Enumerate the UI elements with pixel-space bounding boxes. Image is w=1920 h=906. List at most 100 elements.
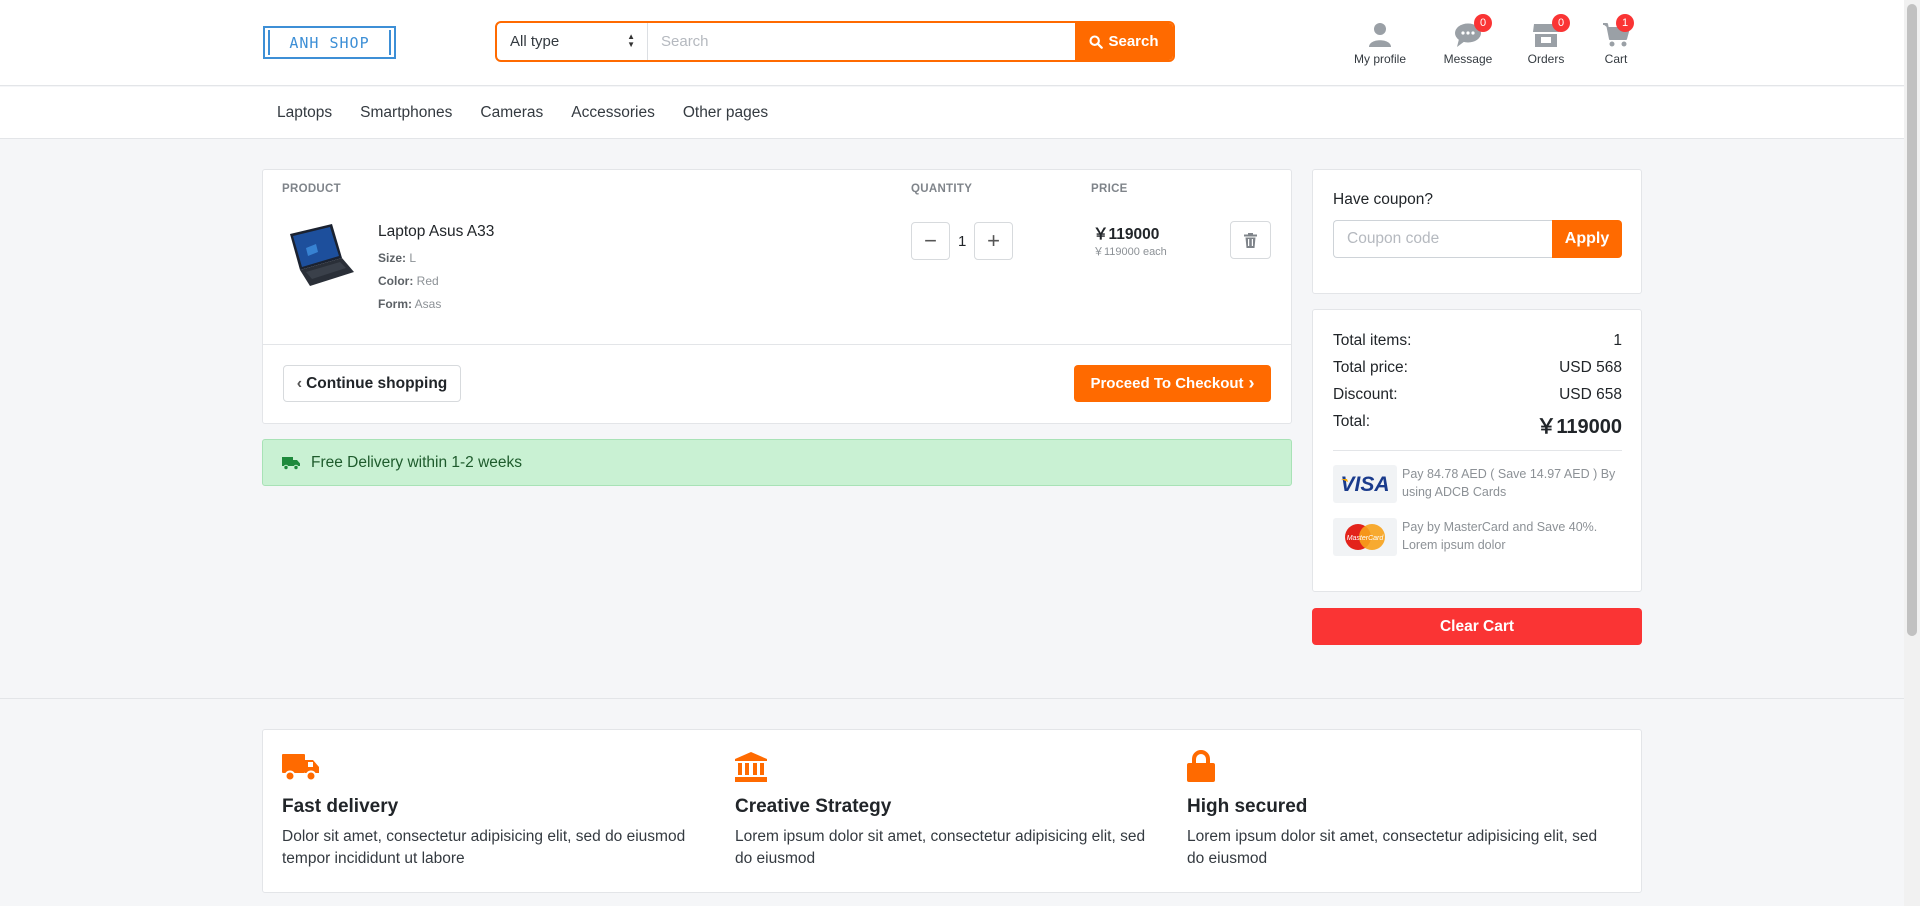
search-button[interactable]: Search bbox=[1075, 23, 1173, 60]
type-select-value: All type bbox=[510, 33, 560, 50]
column-header-quantity: QUANTITY bbox=[911, 183, 973, 195]
quantity-value[interactable]: 1 bbox=[958, 233, 966, 250]
continue-shopping-label: Continue shopping bbox=[306, 374, 448, 392]
decrease-quantity-button[interactable]: − bbox=[911, 222, 950, 260]
search-input[interactable] bbox=[648, 23, 1075, 60]
orders-badge: 0 bbox=[1552, 14, 1570, 32]
total-items-value: 1 bbox=[1613, 332, 1622, 349]
visa-card-icon: VISA bbox=[1333, 465, 1397, 503]
visa-offer-text: Pay 84.78 AED ( Save 14.97 AED ) By usin… bbox=[1402, 467, 1616, 499]
user-icon bbox=[1369, 23, 1391, 47]
nav-item-accessories[interactable]: Accessories bbox=[557, 104, 669, 122]
section-separator bbox=[0, 698, 1904, 699]
select-arrows-icon: ▲ ▼ bbox=[627, 32, 635, 49]
nav-item-laptops[interactable]: Laptops bbox=[263, 104, 346, 122]
color-value: Red bbox=[416, 274, 439, 288]
item-price-each: ￥119000 each bbox=[1093, 246, 1167, 258]
size-value: L bbox=[409, 251, 417, 265]
total-items-label: Total items: bbox=[1333, 332, 1412, 349]
delivery-notice: Free Delivery within 1-2 weeks bbox=[262, 439, 1292, 486]
search-button-label: Search bbox=[1108, 33, 1159, 50]
cart-label: Cart bbox=[1604, 52, 1628, 66]
message-label: Message bbox=[1443, 52, 1493, 66]
my-profile-link[interactable]: My profile bbox=[1340, 20, 1420, 66]
feature-creative-strategy: Creative Strategy Lorem ipsum dolor sit … bbox=[735, 750, 1165, 870]
product-size: Size: L bbox=[378, 251, 416, 265]
nav-item-smartphones[interactable]: Smartphones bbox=[346, 104, 466, 122]
increase-quantity-button[interactable]: + bbox=[974, 222, 1013, 260]
total-items-row: Total items: 1 bbox=[1333, 332, 1622, 350]
header: ANH SHOP All type ▲▼ Search My profile 0… bbox=[0, 0, 1904, 86]
total-price-row: Total price: USD 568 bbox=[1333, 359, 1622, 377]
continue-shopping-button[interactable]: ‹ Continue shopping bbox=[283, 365, 461, 402]
main-nav: Laptops Smartphones Cameras Accessories … bbox=[0, 87, 1904, 139]
discount-value: USD 658 bbox=[1559, 386, 1622, 403]
coupon-input[interactable] bbox=[1333, 220, 1552, 258]
product-color: Color: Red bbox=[378, 274, 439, 288]
lock-icon bbox=[1187, 750, 1215, 782]
svg-text:VISA: VISA bbox=[1340, 473, 1389, 495]
column-header-price: PRICE bbox=[1091, 183, 1128, 195]
feature-text: Lorem ipsum dolor sit amet, consectetur … bbox=[1187, 828, 1598, 867]
chevron-right-icon: › bbox=[1248, 373, 1255, 393]
message-link[interactable]: 0 Message bbox=[1428, 14, 1508, 66]
grand-total-row: Total: ￥119000 bbox=[1333, 410, 1622, 439]
item-price: ￥119000 bbox=[1093, 226, 1160, 243]
nav-item-other-pages[interactable]: Other pages bbox=[669, 104, 782, 122]
clear-cart-button[interactable]: Clear Cart bbox=[1312, 608, 1642, 645]
summary-divider bbox=[1333, 450, 1622, 451]
bank-icon bbox=[735, 752, 767, 782]
proceed-to-checkout-button[interactable]: Proceed To Checkout › bbox=[1074, 365, 1271, 402]
feature-title: Fast delivery bbox=[282, 796, 399, 817]
coupon-label: Have coupon? bbox=[1333, 191, 1433, 208]
color-label: Color: bbox=[378, 274, 414, 288]
orders-link[interactable]: 0 Orders bbox=[1506, 14, 1586, 66]
chevron-left-icon: ‹ bbox=[296, 374, 303, 392]
quantity-stepper: − 1 + bbox=[911, 222, 1013, 260]
truck-icon bbox=[282, 456, 300, 470]
checkout-label: Proceed To Checkout bbox=[1090, 375, 1244, 392]
cart-link[interactable]: 1 Cart bbox=[1576, 14, 1656, 66]
total-price-label: Total price: bbox=[1333, 359, 1408, 376]
mastercard-icon: MasterCard bbox=[1333, 518, 1397, 556]
product-form: Form: Asas bbox=[378, 297, 441, 311]
plus-icon: + bbox=[987, 228, 1000, 253]
product-name[interactable]: Laptop Asus A33 bbox=[378, 223, 494, 241]
cart-badge: 1 bbox=[1616, 14, 1634, 32]
minus-icon: − bbox=[924, 228, 937, 253]
search-bar: All type ▲ ▼ Search bbox=[495, 21, 1175, 62]
form-value: Asas bbox=[414, 297, 442, 311]
mastercard-offer-text: Pay by MasterCard and Save 40%. Lorem ip… bbox=[1402, 520, 1598, 552]
cart-divider bbox=[263, 344, 1291, 345]
remove-item-button[interactable] bbox=[1230, 221, 1271, 259]
logo[interactable]: ANH SHOP bbox=[263, 26, 396, 59]
feature-fast-delivery: Fast delivery Dolor sit amet, consectetu… bbox=[282, 750, 712, 870]
truck-icon bbox=[282, 754, 319, 782]
nav-item-cameras[interactable]: Cameras bbox=[466, 104, 557, 122]
product-thumbnail[interactable] bbox=[282, 218, 358, 294]
page-scrollbar[interactable] bbox=[1904, 0, 1920, 906]
grand-total-value: ￥119000 bbox=[1536, 416, 1622, 438]
feature-high-secured: High secured Lorem ipsum dolor sit amet,… bbox=[1187, 750, 1617, 870]
form-label: Form: bbox=[378, 297, 412, 311]
feature-title: Creative Strategy bbox=[735, 796, 892, 817]
discount-label: Discount: bbox=[1333, 386, 1398, 403]
feature-text: Lorem ipsum dolor sit amet, consectetur … bbox=[735, 828, 1146, 867]
logo-text: ANH SHOP bbox=[289, 33, 370, 52]
grand-total-label: Total: bbox=[1333, 413, 1371, 430]
search-icon bbox=[1089, 34, 1104, 49]
message-badge: 0 bbox=[1474, 14, 1492, 32]
orders-label: Orders bbox=[1527, 52, 1565, 66]
size-label: Size: bbox=[378, 251, 407, 265]
delivery-text: Free Delivery within 1-2 weeks bbox=[311, 453, 523, 471]
trash-icon bbox=[1244, 232, 1257, 248]
scrollbar-thumb[interactable] bbox=[1907, 4, 1917, 636]
feature-text: Dolor sit amet, consectetur adipisicing … bbox=[282, 828, 686, 867]
apply-coupon-button[interactable]: Apply bbox=[1552, 220, 1622, 258]
total-price-value: USD 568 bbox=[1559, 359, 1622, 376]
my-profile-label: My profile bbox=[1353, 52, 1406, 66]
feature-title: High secured bbox=[1187, 796, 1308, 817]
type-select[interactable]: All type ▲ ▼ bbox=[497, 23, 648, 60]
discount-row: Discount: USD 658 bbox=[1333, 386, 1622, 404]
svg-text:MasterCard: MasterCard bbox=[1347, 535, 1385, 542]
